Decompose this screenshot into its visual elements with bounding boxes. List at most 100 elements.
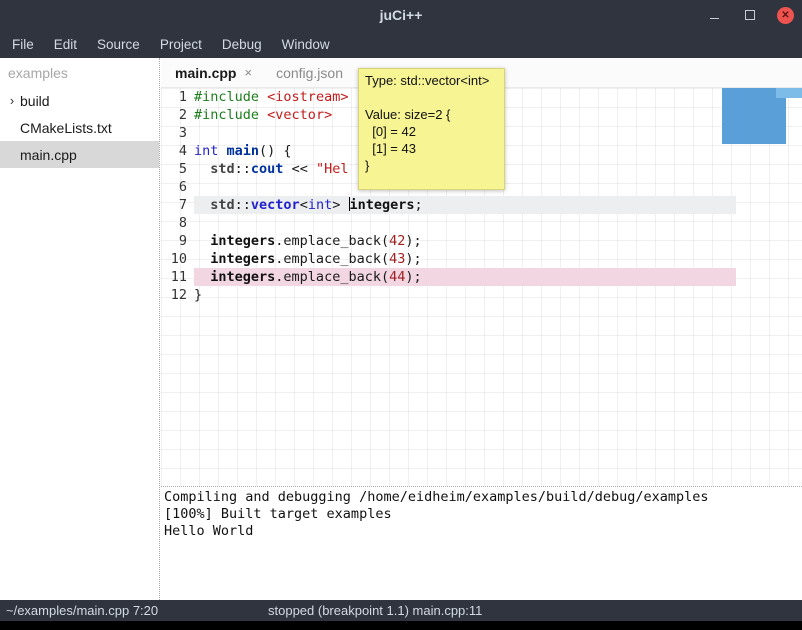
menu-file[interactable]: File [2, 30, 44, 58]
code-token [259, 107, 267, 123]
tab-main-cpp[interactable]: main.cpp × [161, 58, 262, 87]
menu-project[interactable]: Project [150, 30, 212, 58]
code-token: .emplace_back( [275, 269, 389, 285]
code-line: } [194, 286, 736, 304]
editor-line: 8 [161, 214, 802, 232]
code-token: integers [350, 197, 415, 213]
sidebar-item-build[interactable]: ›build [0, 87, 159, 114]
code-token: ; [415, 197, 423, 213]
file-name: build [20, 93, 50, 109]
menu-edit[interactable]: Edit [44, 30, 87, 58]
tab-label: main.cpp [175, 65, 236, 81]
code-token [194, 251, 210, 267]
code-token: <iostream> [267, 89, 348, 105]
tooltip-gap [365, 89, 498, 106]
tooltip-value-line: Value: size=2 { [365, 106, 498, 123]
line-number: 7 [161, 196, 194, 214]
debug-value-tooltip: Type: std::vector<int> Value: size=2 { [… [358, 68, 505, 190]
minimize-button[interactable] [705, 6, 723, 24]
code-token: vector [251, 197, 300, 213]
restore-button[interactable] [741, 6, 759, 24]
file-name: main.cpp [20, 147, 77, 163]
terminal-line: [100%] Built target examples [164, 506, 799, 523]
line-number: 11 [161, 268, 194, 286]
code-token: ); [405, 251, 421, 267]
code-token: :: [235, 197, 251, 213]
code-token: <vector> [267, 107, 332, 123]
editor-line: 9 integers.emplace_back(42); [161, 232, 802, 250]
title-bar: juCi++ ✕ [0, 0, 802, 30]
tab-label: config.json [276, 65, 343, 81]
editor-line: 7 std::vector<int> integers; [161, 196, 802, 214]
status-debug-state: stopped (breakpoint 1.1) main.cpp:11 [268, 603, 482, 618]
minimize-icon [710, 18, 719, 19]
code-token: .emplace_back( [275, 233, 389, 249]
window-title: juCi++ [380, 7, 423, 23]
file-name: CMakeLists.txt [20, 120, 112, 136]
editor-line: 10 integers.emplace_back(43); [161, 250, 802, 268]
code-token: .emplace_back( [275, 251, 389, 267]
code-token: main [227, 143, 260, 159]
code-token: < [300, 197, 308, 213]
restore-icon [745, 10, 755, 20]
window-bottom-edge [0, 621, 802, 630]
tab-config-json[interactable]: config.json [262, 58, 353, 87]
status-bar: ~/examples/main.cpp 7:20 stopped (breakp… [0, 600, 802, 621]
menu-source[interactable]: Source [87, 30, 150, 58]
code-token: #include [194, 107, 259, 123]
terminal-line: Compiling and debugging /home/eidheim/ex… [164, 489, 799, 506]
code-line: integers.emplace_back(43); [194, 250, 736, 268]
code-token: () { [259, 143, 292, 159]
chevron-right-icon[interactable]: › [4, 93, 20, 108]
code-token: int [194, 143, 218, 159]
code-token [194, 161, 210, 177]
code-token: ); [405, 269, 421, 285]
file-tree-sidebar: examples ›buildCMakeLists.txtmain.cpp [0, 58, 160, 600]
tooltip-value-line: [0] = 42 [365, 123, 498, 140]
line-number: 1 [161, 88, 194, 106]
code-line: integers.emplace_back(44); [194, 268, 736, 286]
code-token: 42 [389, 233, 405, 249]
close-button[interactable]: ✕ [777, 7, 794, 24]
menu-bar: FileEditSourceProjectDebugWindow [0, 30, 802, 58]
code-token: integers [210, 251, 275, 267]
code-token: integers [210, 233, 275, 249]
code-token: 43 [389, 251, 405, 267]
file-tree: ›build CMakeLists.txt main.cpp [0, 87, 159, 168]
sidebar-item-main-cpp[interactable]: main.cpp [0, 141, 159, 168]
code-token: std [210, 161, 234, 177]
code-token: integers [210, 269, 275, 285]
line-number: 9 [161, 232, 194, 250]
code-line: integers.emplace_back(42); [194, 232, 736, 250]
tooltip-value-block: Value: size=2 { [0] = 42 [1] = 43} [365, 106, 498, 174]
code-token: :: [235, 161, 251, 177]
line-number: 6 [161, 178, 194, 196]
code-token: std [210, 197, 234, 213]
tab-close-icon[interactable]: × [244, 65, 252, 80]
line-number: 5 [161, 160, 194, 178]
code-token [194, 197, 210, 213]
menu-window[interactable]: Window [272, 30, 340, 58]
status-file-position: ~/examples/main.cpp 7:20 [6, 603, 158, 618]
line-number: 4 [161, 142, 194, 160]
code-token [259, 89, 267, 105]
code-token [218, 143, 226, 159]
scroll-overview-highlight [776, 88, 802, 98]
line-number: 10 [161, 250, 194, 268]
menu-debug[interactable]: Debug [212, 30, 272, 58]
line-number: 3 [161, 124, 194, 142]
sidebar-item-cmakelists-txt[interactable]: CMakeLists.txt [0, 114, 159, 141]
code-token [194, 269, 210, 285]
editor-line: 11 integers.emplace_back(44); [161, 268, 802, 286]
code-token: << [283, 161, 316, 177]
line-number: 12 [161, 286, 194, 304]
close-icon: ✕ [781, 10, 789, 21]
tooltip-value-line: } [365, 157, 498, 174]
code-token: 44 [389, 269, 405, 285]
code-token: "Hel [316, 161, 349, 177]
code-token: cout [251, 161, 284, 177]
build-output-panel[interactable]: Compiling and debugging /home/eidheim/ex… [161, 486, 802, 600]
code-token: } [194, 287, 202, 303]
line-number: 2 [161, 106, 194, 124]
editor-line: 12} [161, 286, 802, 304]
